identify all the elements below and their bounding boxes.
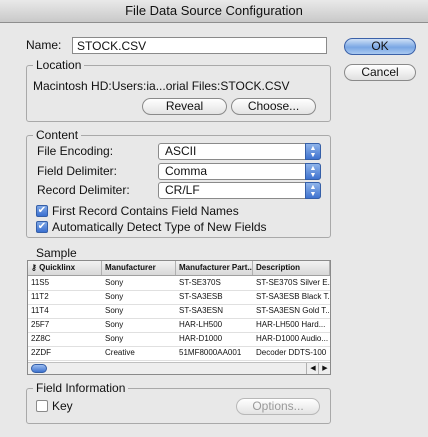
sample-table[interactable]: ⚷ Quicklinx Manufacturer Manufacturer Pa… xyxy=(27,260,331,375)
table-cell: 2ZDF xyxy=(31,348,51,357)
table-cell: ST-SA3ESN Gold T... xyxy=(256,306,330,315)
table-cell: HAR-D1000 Audio... xyxy=(256,334,329,343)
window-title: File Data Source Configuration xyxy=(0,0,428,23)
table-cell: 25F7 xyxy=(31,320,50,329)
column-header-part[interactable]: Manufacturer Part... xyxy=(176,261,253,275)
table-cell: 11T4 xyxy=(31,306,49,315)
field-information-legend: Field Information xyxy=(33,381,129,395)
location-legend: Location xyxy=(33,58,85,72)
table-cell: 11T2 xyxy=(31,292,49,301)
table-cell: HAR-LH500 Hard... xyxy=(256,320,326,329)
auto-detect-checkbox[interactable]: ✔ xyxy=(36,221,48,233)
record-delimiter-value: CR/LF xyxy=(165,183,200,197)
file-encoding-value: ASCII xyxy=(165,144,197,158)
name-field[interactable]: STOCK.CSV xyxy=(72,37,327,54)
table-cell: 11S5 xyxy=(31,278,50,287)
table-cell: ST-SE370S xyxy=(179,278,221,287)
content-legend: Content xyxy=(33,128,82,142)
first-record-checkbox[interactable]: ✔ xyxy=(36,205,48,217)
column-header-manufacturer[interactable]: Manufacturer xyxy=(102,261,176,275)
column-header-quicklinx[interactable]: ⚷ Quicklinx xyxy=(28,261,102,275)
table-cell: ST-SA3ESN xyxy=(179,306,224,315)
name-label: Name: xyxy=(26,38,62,52)
location-path: Macintosh HD:Users:ia...orial Files:STOC… xyxy=(33,79,290,93)
table-cell: Sony xyxy=(105,334,124,343)
table-cell: 2Z8C xyxy=(31,334,51,343)
popup-arrows-icon: ▲ ▼ xyxy=(305,163,321,180)
file-encoding-label: File Encoding: xyxy=(37,144,114,158)
ok-button[interactable]: OK xyxy=(344,38,416,55)
table-cell: Decoder DDTS-100 xyxy=(256,348,327,357)
field-delimiter-label: Field Delimiter: xyxy=(37,164,118,178)
table-cell: ST-SA3ESB xyxy=(179,292,223,301)
record-delimiter-popup[interactable]: CR/LF ▲ ▼ xyxy=(158,182,321,199)
table-row[interactable]: 2Z8C Sony HAR-D1000 HAR-D1000 Audio... xyxy=(28,332,330,347)
field-delimiter-popup[interactable]: Comma ▲ ▼ xyxy=(158,163,321,180)
sample-table-header: ⚷ Quicklinx Manufacturer Manufacturer Pa… xyxy=(28,261,330,276)
scrollbar-thumb[interactable] xyxy=(31,364,47,373)
table-row[interactable]: 11T2 Sony ST-SA3ESB ST-SA3ESB Black T... xyxy=(28,290,330,305)
table-cell: 51MF8000AA001 xyxy=(179,348,242,357)
popup-arrows-icon: ▲ ▼ xyxy=(305,182,321,199)
record-delimiter-label: Record Delimiter: xyxy=(37,183,130,197)
checkmark-icon: ✔ xyxy=(37,221,47,232)
cancel-button[interactable]: Cancel xyxy=(344,64,416,81)
table-row[interactable]: 25F7 Sony HAR-LH500 HAR-LH500 Hard... xyxy=(28,318,330,333)
table-cell: Sony xyxy=(105,292,124,301)
choose-button[interactable]: Choose... xyxy=(231,98,316,115)
table-cell: Creative xyxy=(105,348,135,357)
table-cell: Sony xyxy=(105,306,124,315)
popup-arrows-icon: ▲ ▼ xyxy=(305,143,321,160)
column-header-description[interactable]: Description xyxy=(253,261,330,275)
scroll-right-arrow-icon[interactable]: ▶ xyxy=(318,363,330,374)
field-delimiter-value: Comma xyxy=(165,164,208,178)
first-record-label: First Record Contains Field Names xyxy=(52,204,239,218)
checkmark-icon: ✔ xyxy=(37,205,47,216)
table-row[interactable]: 2ZDF Creative 51MF8000AA001 Decoder DDTS… xyxy=(28,346,330,361)
table-row[interactable]: 11T4 Sony ST-SA3ESN ST-SA3ESN Gold T... xyxy=(28,304,330,319)
table-cell: Sony xyxy=(105,278,124,287)
key-checkbox[interactable] xyxy=(36,400,48,412)
table-cell: ST-SE370S Silver E... xyxy=(256,278,330,287)
horizontal-scrollbar[interactable]: ◀ ▶ xyxy=(28,362,330,374)
options-button[interactable]: Options... xyxy=(236,398,320,415)
key-icon: ⚷ xyxy=(31,263,37,272)
table-cell: ST-SA3ESB Black T... xyxy=(256,292,330,301)
sample-label: Sample xyxy=(36,246,77,260)
table-cell: HAR-LH500 xyxy=(179,320,223,329)
auto-detect-label: Automatically Detect Type of New Fields xyxy=(52,220,267,234)
table-row[interactable]: 11S5 Sony ST-SE370S ST-SE370S Silver E..… xyxy=(28,276,330,291)
file-encoding-popup[interactable]: ASCII ▲ ▼ xyxy=(158,143,321,160)
table-cell: HAR-D1000 xyxy=(179,334,223,343)
table-cell: Sony xyxy=(105,320,124,329)
key-label: Key xyxy=(52,399,73,413)
reveal-button[interactable]: Reveal xyxy=(142,98,227,115)
